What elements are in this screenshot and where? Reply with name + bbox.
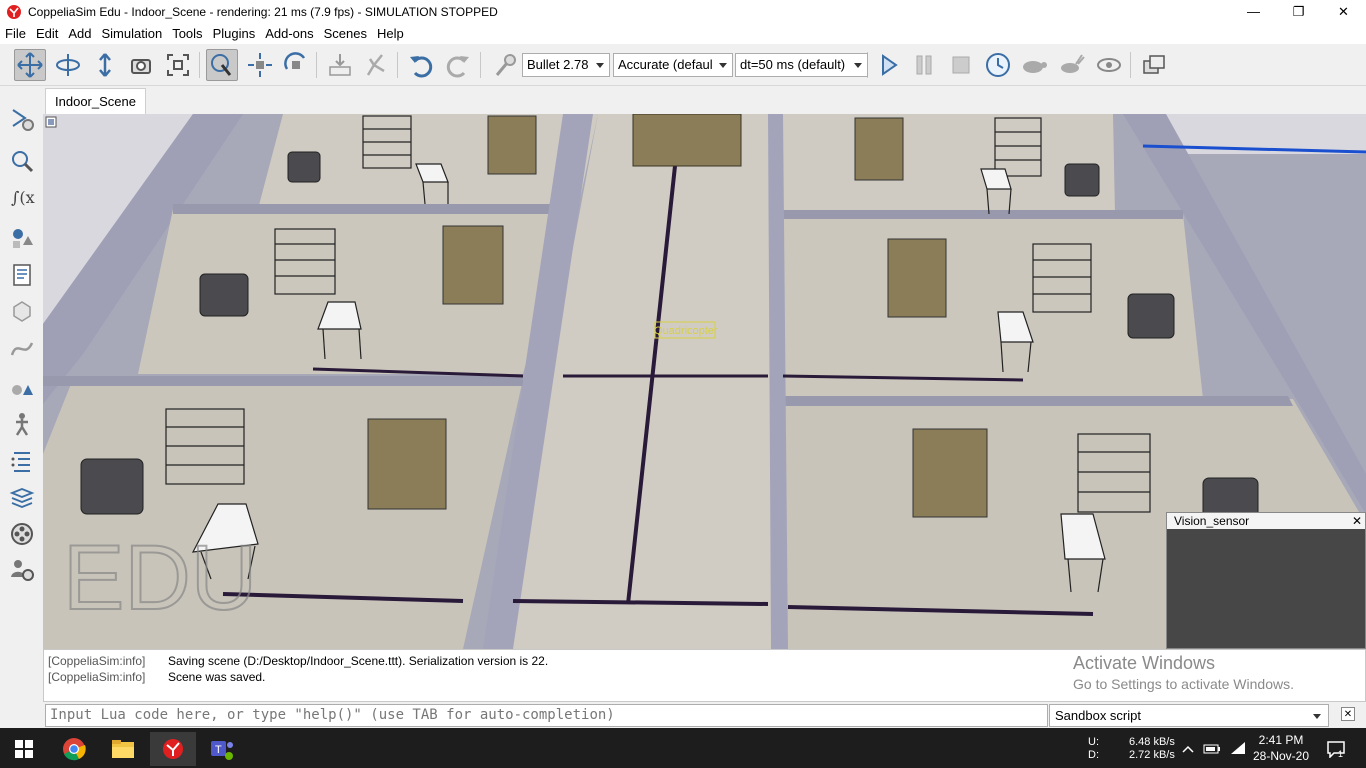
camera-shift-icon[interactable] <box>89 49 121 81</box>
redo-icon[interactable] <box>442 49 474 81</box>
chevron-down-icon <box>854 63 862 68</box>
calculation-modules-icon[interactable] <box>6 145 38 177</box>
console-text: Scene was saved. <box>168 670 266 684</box>
svg-text:1: 1 <box>1338 749 1343 758</box>
activate-windows-watermark: Activate Windows Go to Settings to activ… <box>1073 653 1294 692</box>
menu-bar: File Edit Add Simulation Tools Plugins A… <box>0 23 1366 44</box>
user-settings-icon[interactable] <box>6 554 38 586</box>
layers-icon[interactable] <box>6 482 38 514</box>
accuracy-select[interactable]: Accurate (defaul <box>613 53 733 77</box>
function-icon[interactable]: ∫(x) <box>6 181 38 213</box>
vision-sensor-close-icon[interactable]: ✕ <box>1352 514 1365 528</box>
left-sidebar: ∫(x) <box>0 86 42 728</box>
visualization-toggle-icon[interactable] <box>1093 49 1125 81</box>
windows-taskbar: T U: D: 6.48 kB/s 2.72 kB/s 2:41 PM 28-N… <box>0 728 1366 768</box>
speed-up-icon[interactable] <box>1055 49 1087 81</box>
start-simulation-icon[interactable] <box>872 49 904 81</box>
fit-to-view-icon[interactable] <box>162 49 194 81</box>
selection-icon[interactable] <box>6 371 38 403</box>
camera-rotate-icon[interactable] <box>52 49 84 81</box>
collections-icon[interactable] <box>6 222 38 254</box>
clock-date: 28-Nov-20 <box>1252 749 1310 763</box>
system-clock[interactable]: 2:41 PM 28-Nov-20 <box>1250 732 1312 764</box>
object-properties-icon[interactable] <box>6 103 38 135</box>
object-shift-icon[interactable] <box>244 49 276 81</box>
svg-text:∫(x): ∫(x) <box>11 188 35 207</box>
video-recorder-icon[interactable] <box>6 518 38 550</box>
menu-tools[interactable]: Tools <box>167 26 207 41</box>
dt-select[interactable]: dt=50 ms (default) <box>735 53 868 77</box>
network-speeds: 6.48 kB/s 2.72 kB/s <box>1129 736 1175 761</box>
physics-engine-select[interactable]: Bullet 2.78 <box>522 53 610 77</box>
edu-watermark: EDU <box>63 527 257 629</box>
window-title: CoppeliaSim Edu - Indoor_Scene - renderi… <box>28 4 498 19</box>
notifications-icon[interactable]: 1 <box>1318 732 1354 766</box>
menu-add[interactable]: Add <box>63 26 96 41</box>
real-time-icon[interactable] <box>982 49 1014 81</box>
chevron-down-icon <box>1313 714 1321 719</box>
restore-button[interactable]: ❐ <box>1276 0 1321 23</box>
wrench-icon[interactable] <box>489 49 521 81</box>
lua-command-input[interactable]: Input Lua code here, or type "help()" (u… <box>45 704 1048 727</box>
chevron-up-icon[interactable] <box>1178 732 1198 766</box>
close-button[interactable]: ✕ <box>1321 0 1366 23</box>
assemble-icon[interactable] <box>324 49 356 81</box>
coppeliasim-taskbar-icon[interactable] <box>150 732 196 766</box>
coppeliasim-logo-icon <box>7 4 21 19</box>
chrome-icon[interactable] <box>51 732 97 766</box>
vision-sensor-view[interactable]: Vision_sensor ✕ <box>1166 512 1366 649</box>
menu-edit[interactable]: Edit <box>31 26 63 41</box>
activate-windows-subtitle: Go to Settings to activate Windows. <box>1073 676 1294 692</box>
scripts-icon[interactable] <box>6 259 38 291</box>
slow-down-icon[interactable] <box>1018 49 1050 81</box>
network-labels: U: D: <box>1088 736 1099 761</box>
object-label: Quadricopter <box>654 325 718 337</box>
click-select-icon[interactable] <box>206 49 238 81</box>
wifi-icon[interactable] <box>1226 732 1250 766</box>
pause-simulation-icon[interactable] <box>908 49 940 81</box>
stop-simulation-icon[interactable] <box>945 49 977 81</box>
lua-close-icon[interactable]: ✕ <box>1341 707 1355 721</box>
vision-sensor-header: Vision_sensor ✕ <box>1167 513 1365 529</box>
lua-command-bar: Input Lua code here, or type "help()" (u… <box>43 703 1366 728</box>
teams-icon[interactable]: T <box>199 732 245 766</box>
shape-edit-icon[interactable] <box>6 295 38 327</box>
menu-scenes[interactable]: Scenes <box>319 26 372 41</box>
windows-start-icon[interactable] <box>1 732 47 766</box>
console-text: Saving scene (D:/Desktop/Indoor_Scene.tt… <box>168 654 549 668</box>
console-source: [CoppeliaSim:info] <box>48 654 146 668</box>
tab-indoor-scene[interactable]: Indoor_Scene <box>45 88 146 114</box>
script-selector[interactable]: Sandbox script <box>1049 704 1329 727</box>
menu-help[interactable]: Help <box>372 26 409 41</box>
menu-file[interactable]: File <box>0 26 31 41</box>
menu-simulation[interactable]: Simulation <box>97 26 168 41</box>
scene-tab-bar: Indoor_Scene <box>42 86 1366 114</box>
file-explorer-icon[interactable] <box>100 732 146 766</box>
model-browser-icon[interactable] <box>6 408 38 440</box>
chevron-down-icon <box>719 63 727 68</box>
undo-icon[interactable] <box>405 49 437 81</box>
transfer-dna-icon[interactable] <box>360 49 392 81</box>
title-bar: CoppeliaSim Edu - Indoor_Scene - renderi… <box>0 0 1366 23</box>
svg-text:T: T <box>215 744 222 756</box>
activate-windows-title: Activate Windows <box>1073 653 1216 673</box>
menu-plugins[interactable]: Plugins <box>208 26 261 41</box>
battery-icon[interactable] <box>1200 732 1224 766</box>
path-edit-icon[interactable] <box>6 332 38 364</box>
object-rotate-icon[interactable] <box>280 49 312 81</box>
camera-pan-icon[interactable] <box>14 49 46 81</box>
menu-add-ons[interactable]: Add-ons <box>260 26 318 41</box>
page-selector-icon[interactable] <box>1138 49 1170 81</box>
scene-hierarchy-icon[interactable] <box>6 445 38 477</box>
chevron-down-icon <box>596 63 604 68</box>
camera-angle-icon[interactable] <box>125 49 157 81</box>
minimize-button[interactable]: — <box>1231 0 1276 23</box>
vision-sensor-title: Vision_sensor <box>1174 514 1250 528</box>
console-source: [CoppeliaSim:info] <box>48 670 146 684</box>
clock-time: 2:41 PM <box>1258 733 1304 747</box>
